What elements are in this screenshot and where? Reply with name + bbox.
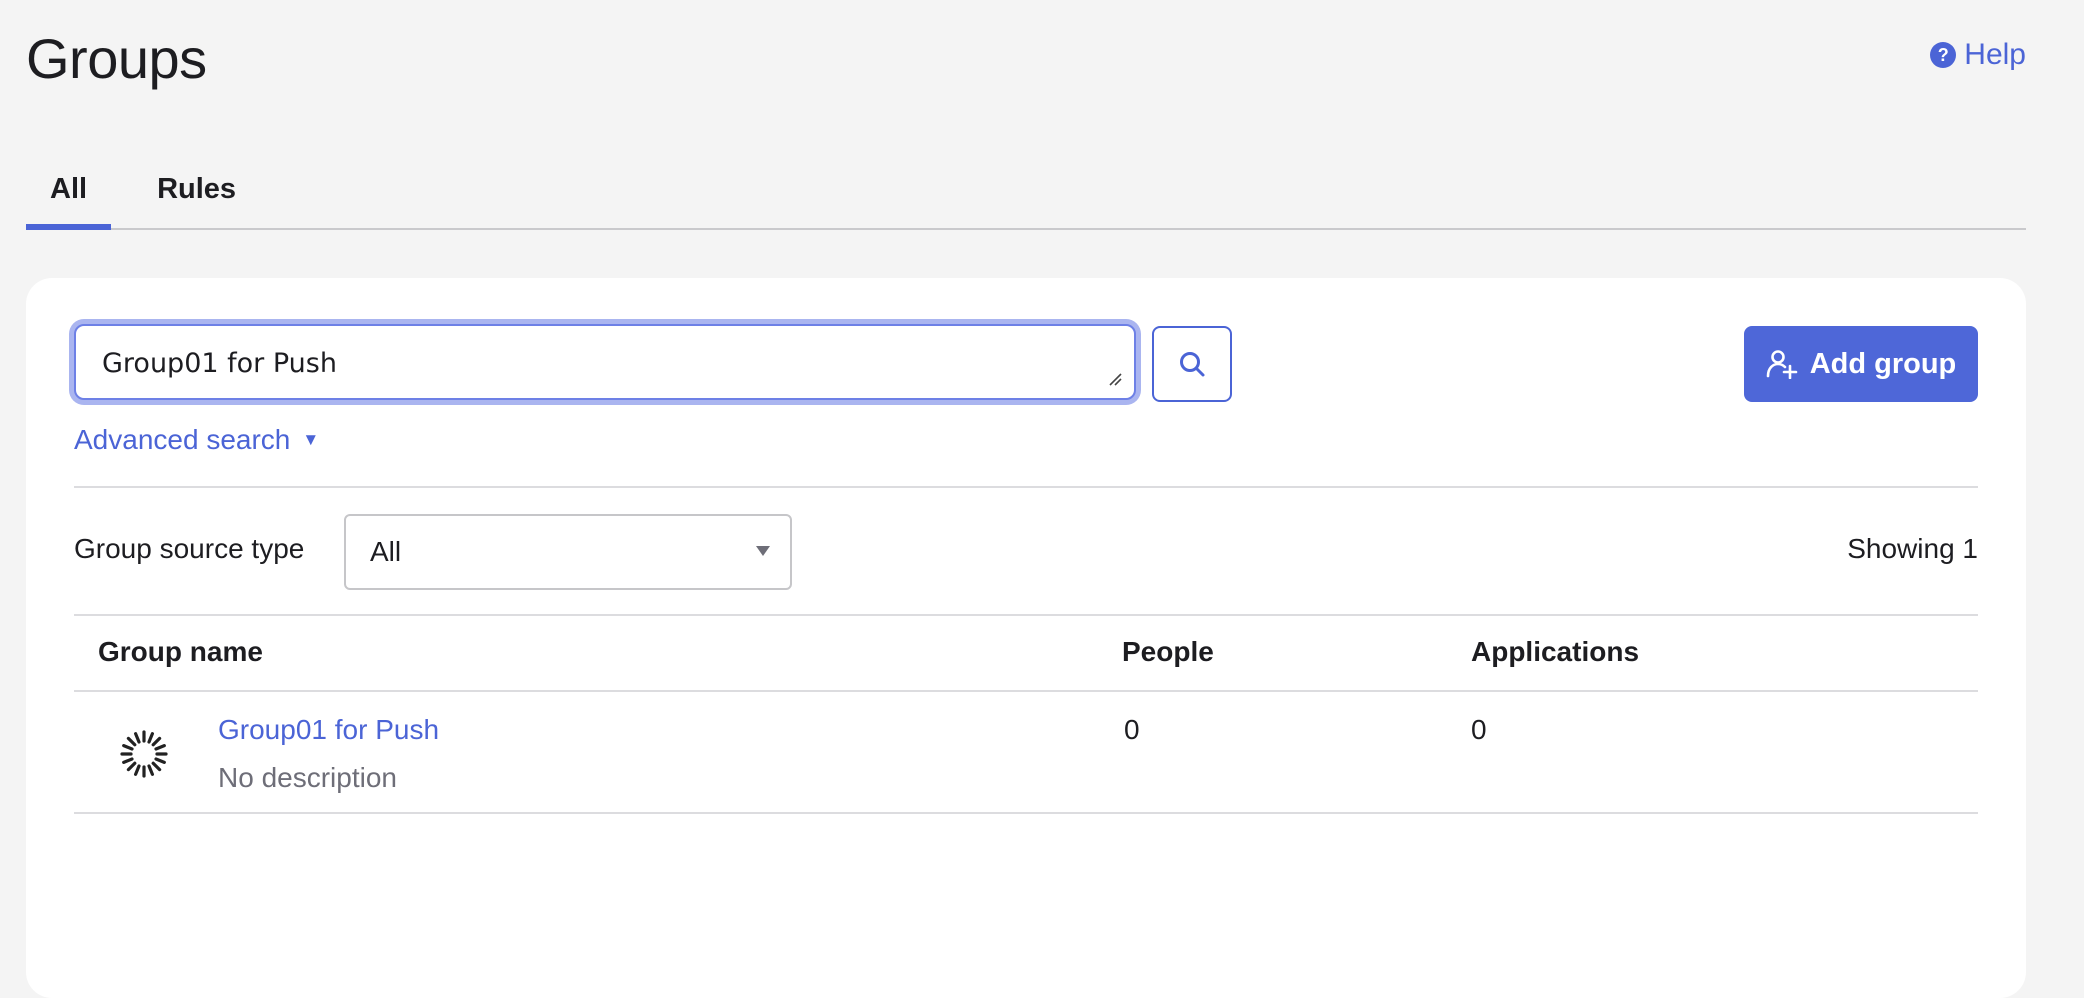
- tab-bar: All Rules: [26, 150, 2026, 230]
- tab-rules[interactable]: Rules: [133, 150, 260, 228]
- group-description: No description: [218, 762, 397, 793]
- dropdown-arrow-icon: [756, 546, 770, 556]
- column-header-people[interactable]: People: [1122, 636, 1214, 668]
- applications-count: 0: [1471, 714, 1487, 745]
- help-icon: ?: [1930, 42, 1957, 68]
- tab-all[interactable]: All: [26, 150, 112, 230]
- caret-down-icon: ▼: [302, 430, 320, 449]
- search-input[interactable]: [102, 344, 1082, 382]
- add-group-label: Add group: [1809, 347, 1957, 380]
- tab-rules-label: Rules: [157, 172, 237, 205]
- table-header: Group name People Applications: [74, 614, 1978, 692]
- divider: [74, 486, 1978, 488]
- advanced-search-label: Advanced search: [74, 424, 291, 455]
- add-user-icon: [1766, 350, 1798, 379]
- column-header-applications[interactable]: Applications: [1471, 636, 1639, 668]
- groups-table: Group name People Applications Group01 f…: [74, 614, 1978, 814]
- group-name-link[interactable]: Group01 for Push: [218, 714, 439, 746]
- search-icon: [1180, 352, 1205, 377]
- groups-panel: Add group Advanced search ▼ Group source…: [26, 278, 2026, 998]
- page-title: Groups: [26, 27, 207, 90]
- resize-grip-icon[interactable]: [1108, 372, 1122, 386]
- group-source-type-label: Group source type: [74, 533, 305, 564]
- help-label: Help: [1964, 38, 2026, 71]
- add-group-button[interactable]: Add group: [1744, 326, 1978, 402]
- advanced-search-toggle[interactable]: Advanced search ▼: [74, 424, 319, 456]
- table-row[interactable]: Group01 for Push No description 0 0: [74, 692, 1978, 814]
- search-field[interactable]: [74, 324, 1136, 400]
- column-header-group-name[interactable]: Group name: [98, 636, 263, 668]
- group-icon: [120, 730, 168, 778]
- tab-all-label: All: [50, 172, 88, 205]
- help-link[interactable]: ? Help: [1930, 38, 2026, 72]
- people-count: 0: [1124, 714, 1140, 745]
- group-source-type-select[interactable]: All: [344, 514, 792, 590]
- result-count: Showing 1: [1847, 533, 1978, 564]
- search-button[interactable]: [1152, 326, 1232, 402]
- group-source-type-value: All: [370, 536, 402, 567]
